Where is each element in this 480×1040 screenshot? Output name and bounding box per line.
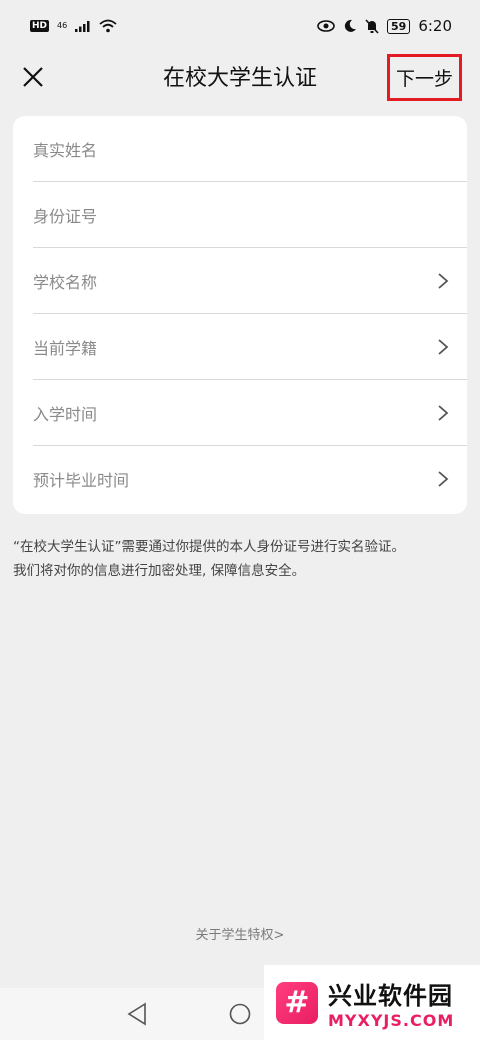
clock: 6:20 bbox=[418, 17, 452, 35]
moon-icon bbox=[344, 19, 356, 32]
school-name-selector[interactable]: 学校名称 bbox=[33, 248, 467, 314]
status-right: 59 6:20 bbox=[317, 17, 452, 35]
hd-badge: HD bbox=[30, 20, 50, 32]
form-card: 真实姓名 身份证号 学校名称 当前学籍 入学时间 预计毕业时间 bbox=[13, 116, 467, 514]
chevron-right-icon bbox=[438, 272, 449, 289]
field-label: 真实姓名 bbox=[33, 140, 98, 160]
enrollment-status-selector[interactable]: 当前学籍 bbox=[33, 314, 467, 380]
chevron-right-icon bbox=[438, 404, 449, 421]
status-left: HD 46 bbox=[30, 19, 117, 33]
watermark-title: 兴业软件园 bbox=[328, 981, 453, 1010]
field-label: 当前学籍 bbox=[33, 338, 98, 358]
field-label: 身份证号 bbox=[33, 206, 98, 226]
next-step-button[interactable]: 下一步 bbox=[387, 54, 462, 101]
enrollment-date-selector[interactable]: 入学时间 bbox=[33, 380, 467, 446]
chevron-right-icon bbox=[438, 338, 449, 355]
close-icon[interactable] bbox=[20, 64, 46, 90]
watermark-text: 兴业软件园 MYXYJS.COM bbox=[328, 976, 454, 1030]
field-label: 学校名称 bbox=[33, 272, 98, 292]
wifi-icon bbox=[99, 19, 117, 33]
name-field[interactable]: 真实姓名 bbox=[33, 116, 467, 182]
signal-icon bbox=[75, 21, 90, 32]
eye-icon bbox=[317, 20, 335, 32]
watermark-url: MYXYJS.COM bbox=[328, 1010, 455, 1030]
back-icon[interactable] bbox=[126, 1002, 148, 1026]
bell-muted-icon bbox=[365, 18, 379, 34]
home-icon[interactable] bbox=[229, 1003, 251, 1025]
privacy-notice: “在校大学生认证”需要通过你提供的本人身份证号进行实名验证。 我们将对你的信息进… bbox=[13, 535, 473, 583]
graduation-date-selector[interactable]: 预计毕业时间 bbox=[33, 446, 467, 512]
student-privilege-link[interactable]: 关于学生特权> bbox=[0, 924, 480, 943]
watermark: # 兴业软件园 MYXYJS.COM bbox=[264, 965, 480, 1040]
notice-line: 我们将对你的信息进行加密处理, 保障信息安全。 bbox=[13, 563, 306, 579]
field-label: 入学时间 bbox=[33, 404, 98, 424]
chevron-right-icon bbox=[438, 471, 449, 487]
field-label: 预计毕业时间 bbox=[33, 471, 130, 490]
id-number-field[interactable]: 身份证号 bbox=[33, 182, 467, 248]
notice-line: “在校大学生认证”需要通过你提供的本人身份证号进行实名验证。 bbox=[13, 539, 405, 555]
hash-logo-icon: # bbox=[276, 981, 318, 1024]
status-bar: HD 46 59 6:20 bbox=[0, 0, 480, 52]
network-type: 46 bbox=[57, 21, 68, 30]
nav-bar: 在校大学生认证 下一步 bbox=[0, 52, 480, 102]
battery-level: 59 bbox=[387, 18, 411, 34]
